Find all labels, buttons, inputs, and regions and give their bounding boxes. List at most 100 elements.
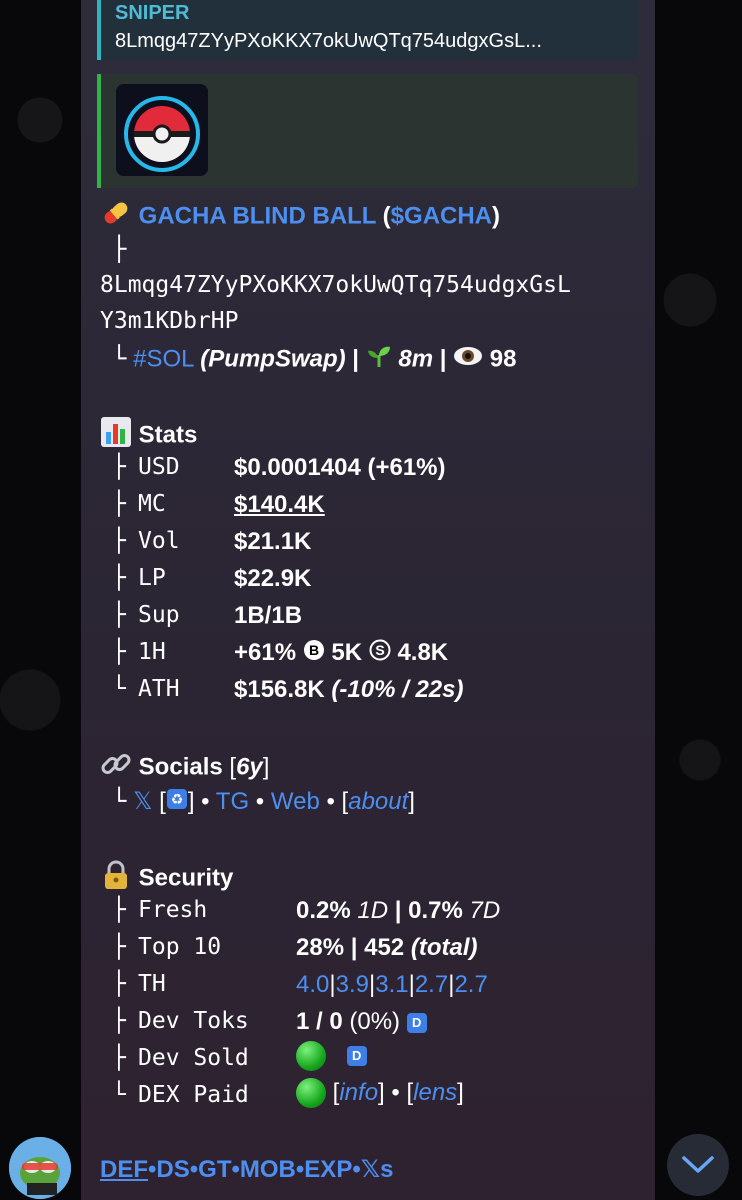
token-address-line1[interactable]: 8Lmqg47ZYyPXoKKX7okUwQTq754udgxGsL bbox=[100, 270, 571, 300]
tg-link[interactable]: TG bbox=[216, 788, 249, 815]
th-label: TH bbox=[138, 971, 166, 997]
h1-label: 1H bbox=[138, 639, 166, 665]
th-link[interactable]: 2.7 bbox=[454, 971, 487, 998]
fresh-label: Fresh bbox=[138, 897, 208, 923]
xs-link[interactable]: 𝕏s bbox=[361, 1156, 394, 1183]
devsold-value: D bbox=[296, 1041, 367, 1071]
socials-header: Socials [6y] bbox=[100, 748, 269, 788]
socials-links: └ 𝕏 [♻] • TG • Web • [about] bbox=[112, 786, 415, 818]
stats-header: Stats bbox=[100, 416, 197, 456]
token-name-link[interactable]: GACHA BLIND BALL bbox=[139, 202, 376, 229]
top10-value: 28% | 452 (total) bbox=[296, 934, 478, 961]
socials-title: Socials bbox=[138, 753, 223, 781]
tree-end: └ bbox=[112, 1082, 126, 1108]
link-icon bbox=[100, 748, 132, 788]
reply-text: 8Lmqg47ZYyPXoKKX7okUwQTq754udgxGsL... bbox=[115, 30, 542, 52]
h1-buy: 5K bbox=[331, 639, 363, 666]
bot-avatar[interactable] bbox=[9, 1137, 71, 1199]
scroll-down-button[interactable] bbox=[667, 1134, 729, 1196]
green-circle-icon bbox=[296, 1041, 326, 1071]
pill-icon bbox=[100, 197, 132, 237]
tree-branch: ├ bbox=[112, 1045, 126, 1071]
mc-label: MC bbox=[138, 491, 166, 517]
devtoks-count: 1 / 0 bbox=[296, 1008, 343, 1035]
lens-link[interactable]: lens bbox=[413, 1079, 457, 1106]
mc-value-link[interactable]: $140.4K bbox=[234, 491, 325, 519]
devsold-label: Dev Sold bbox=[138, 1045, 249, 1071]
th-link[interactable]: 2.7 bbox=[415, 971, 448, 998]
tree-branch: ├ bbox=[112, 602, 126, 628]
th-link[interactable]: 3.9 bbox=[336, 971, 369, 998]
top10-label: Top 10 bbox=[138, 934, 222, 960]
top10-tag: (total) bbox=[410, 934, 478, 961]
th-link[interactable]: 4.0 bbox=[296, 971, 329, 998]
bar-chart-icon bbox=[100, 416, 132, 456]
chain-link[interactable]: #SOL bbox=[133, 345, 193, 372]
fresh-value: 0.2% 1D | 0.7% 7D bbox=[296, 897, 501, 924]
usd-value: $0.0001404 (+61%) bbox=[234, 454, 446, 481]
dexpaid-value: [info] • [lens] bbox=[296, 1078, 464, 1108]
about-link[interactable]: about bbox=[348, 788, 408, 815]
dexpaid-label: DEX Paid bbox=[138, 1082, 249, 1108]
web-link[interactable]: Web bbox=[271, 788, 320, 815]
footer-links: DEF•DS•GT•MOB•EXP•𝕏s bbox=[100, 1156, 394, 1183]
dev-d-icon[interactable]: D bbox=[346, 1046, 367, 1066]
vol-value: $21.1K bbox=[234, 528, 312, 555]
svg-text:B: B bbox=[309, 642, 319, 658]
tree-branch: ├ bbox=[112, 528, 126, 554]
exp-link[interactable]: EXP bbox=[304, 1156, 352, 1183]
def-link[interactable]: DEF bbox=[100, 1156, 148, 1183]
token-age: 8m bbox=[398, 345, 434, 373]
svg-text:♻: ♻ bbox=[171, 792, 184, 808]
tree-branch: ├ bbox=[112, 235, 127, 263]
devtoks-value: 1 / 0 (0%) D bbox=[296, 1008, 427, 1036]
fresh-7d-tag: 7D bbox=[469, 897, 501, 924]
devtoks-label: Dev Toks bbox=[138, 1008, 249, 1034]
tree-end: └ bbox=[112, 676, 126, 702]
buy-b-icon: B bbox=[303, 639, 325, 668]
dev-d-icon[interactable]: D bbox=[406, 1012, 427, 1033]
usd-label: USD bbox=[138, 454, 180, 480]
tree-branch: ├ bbox=[112, 639, 126, 665]
tree-branch: ├ bbox=[112, 971, 126, 997]
seedling-icon bbox=[366, 343, 392, 377]
h1-sell: 4.8K bbox=[397, 639, 449, 666]
reply-quote[interactable]: SNIPER 8Lmqg47ZYyPXoKKX7okUwQTq754udgxGs… bbox=[97, 0, 638, 60]
tree-branch: ├ bbox=[112, 454, 126, 480]
top10-pct: 28% bbox=[296, 934, 345, 961]
mob-link[interactable]: MOB bbox=[240, 1156, 296, 1183]
chevron-down-icon bbox=[681, 1154, 715, 1181]
vol-label: Vol bbox=[138, 528, 180, 554]
fresh-1d: 0.2% bbox=[296, 897, 351, 924]
ath-amount: $156.8K bbox=[234, 676, 325, 703]
view-count: 98 bbox=[489, 345, 517, 373]
link-preview[interactable] bbox=[97, 74, 638, 188]
token-ticker-link[interactable]: $GACHA bbox=[391, 202, 492, 229]
tree-branch: ├ bbox=[112, 897, 126, 923]
security-title: Security bbox=[138, 864, 234, 892]
lp-value: $22.9K bbox=[234, 565, 312, 592]
token-address-line2[interactable]: Y3m1KDbrHP bbox=[100, 306, 238, 336]
fresh-1d-tag: 1D bbox=[357, 897, 389, 924]
green-circle-icon bbox=[296, 1078, 326, 1108]
lp-label: LP bbox=[138, 565, 166, 591]
info-link[interactable]: info bbox=[339, 1079, 378, 1106]
tree-branch: ├ bbox=[112, 1008, 126, 1034]
stats-title: Stats bbox=[138, 421, 198, 449]
token-meta-line: └ #SOL (PumpSwap) | 8m | 98 bbox=[112, 343, 516, 377]
token-title-line: GACHA BLIND BALL ($GACHA) bbox=[100, 197, 500, 237]
token-image[interactable] bbox=[116, 84, 208, 176]
top10-total: 452 bbox=[364, 934, 405, 961]
dex-name: (PumpSwap) bbox=[200, 345, 346, 373]
tree-branch: ├ bbox=[112, 934, 126, 960]
ds-link[interactable]: DS bbox=[156, 1156, 189, 1183]
gt-link[interactable]: GT bbox=[198, 1156, 231, 1183]
recycle-icon[interactable]: ♻ bbox=[166, 788, 188, 818]
ath-detail: (-10% / 22s) bbox=[331, 676, 464, 703]
h1-change: +61% bbox=[234, 639, 297, 666]
th-link[interactable]: 3.1 bbox=[375, 971, 408, 998]
x-link[interactable]: 𝕏 bbox=[133, 788, 152, 815]
ath-value: $156.8K (-10% / 22s) bbox=[234, 676, 463, 704]
svg-text:S: S bbox=[375, 642, 384, 658]
sell-s-icon: S bbox=[369, 639, 391, 668]
